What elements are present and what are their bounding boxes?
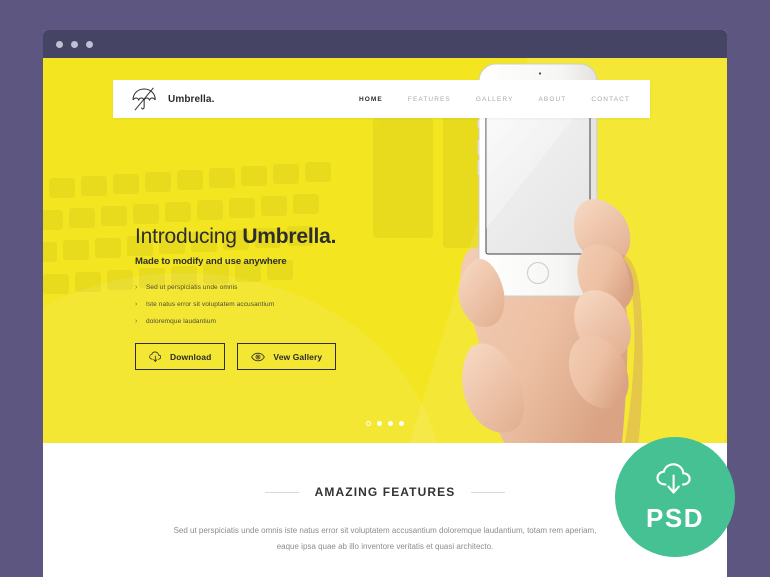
hero-copy: Introducing Umbrella. Made to modify and…: [135, 226, 395, 370]
features-title: AMAZING FEATURES: [314, 485, 456, 499]
nav-item-gallery[interactable]: GALLERY: [476, 96, 514, 103]
browser-chrome-bar: [43, 30, 727, 58]
screenshot-stage: Umbrella. HOME FEATURES GALLERY ABOUT CO…: [0, 0, 770, 577]
window-maximize-dot[interactable]: [86, 40, 93, 48]
hero-bullet-list: › Sed ut perspiciatis unde omnis › Iste …: [135, 284, 395, 325]
window-close-dot[interactable]: [56, 40, 63, 48]
chevron-right-icon: ›: [135, 284, 138, 291]
hero-subheading: Made to modify and use anywhere: [135, 256, 287, 267]
bullet-text: Sed ut perspiciatis unde omnis: [146, 284, 238, 291]
hero-buttons: Download Vew Gallery: [135, 343, 395, 370]
slider-dot-3[interactable]: [388, 421, 393, 426]
nav-item-about[interactable]: ABOUT: [538, 96, 566, 103]
chevron-right-icon: ›: [135, 318, 138, 325]
hero-section: Umbrella. HOME FEATURES GALLERY ABOUT CO…: [43, 58, 727, 443]
list-item: › Iste natus error sit voluptatem accusa…: [135, 301, 395, 308]
slider-dot-1[interactable]: [366, 421, 371, 426]
nav-item-features[interactable]: FEATURES: [408, 96, 451, 103]
divider-left: [264, 491, 299, 493]
hero-heading-prefix: Introducing: [135, 225, 243, 248]
bullet-text: Iste natus error sit voluptatem accusant…: [146, 301, 275, 308]
psd-badge[interactable]: PSD: [615, 437, 735, 557]
list-item: › Sed ut perspiciatis unde omnis: [135, 284, 395, 291]
download-button-label: Download: [170, 351, 212, 362]
nav-menu: HOME FEATURES GALLERY ABOUT CONTACT: [334, 96, 650, 103]
slider-dots: [43, 421, 727, 426]
psd-badge-label: PSD: [646, 503, 704, 533]
cloud-download-icon: [655, 463, 695, 502]
view-gallery-button[interactable]: Vew Gallery: [237, 343, 337, 370]
navigation-bar: Umbrella. HOME FEATURES GALLERY ABOUT CO…: [113, 80, 650, 118]
chevron-right-icon: ›: [135, 301, 138, 308]
download-button[interactable]: Download: [135, 343, 226, 370]
list-item: › doloremque laudantium: [135, 318, 395, 325]
hero-heading-brand: Umbrella.: [242, 225, 337, 248]
umbrella-icon: [132, 87, 156, 111]
view-gallery-button-label: Vew Gallery: [273, 351, 323, 362]
nav-item-home[interactable]: HOME: [359, 96, 383, 103]
window-minimize-dot[interactable]: [71, 40, 78, 48]
hero-heading: Introducing Umbrella.: [135, 226, 395, 247]
brand-logo[interactable]: Umbrella.: [113, 86, 214, 112]
nav-item-contact[interactable]: CONTACT: [591, 96, 630, 103]
eye-icon: [251, 352, 266, 362]
cloud-download-icon: [149, 351, 162, 363]
slider-dot-4[interactable]: [399, 421, 404, 426]
bullet-text: doloremque laudantium: [146, 318, 217, 325]
brand-name: Umbrella.: [168, 93, 215, 105]
slider-dot-2[interactable]: [377, 421, 382, 426]
features-body-text: Sed ut perspiciatis unde omnis iste natu…: [173, 526, 597, 551]
divider-right: [471, 491, 506, 493]
